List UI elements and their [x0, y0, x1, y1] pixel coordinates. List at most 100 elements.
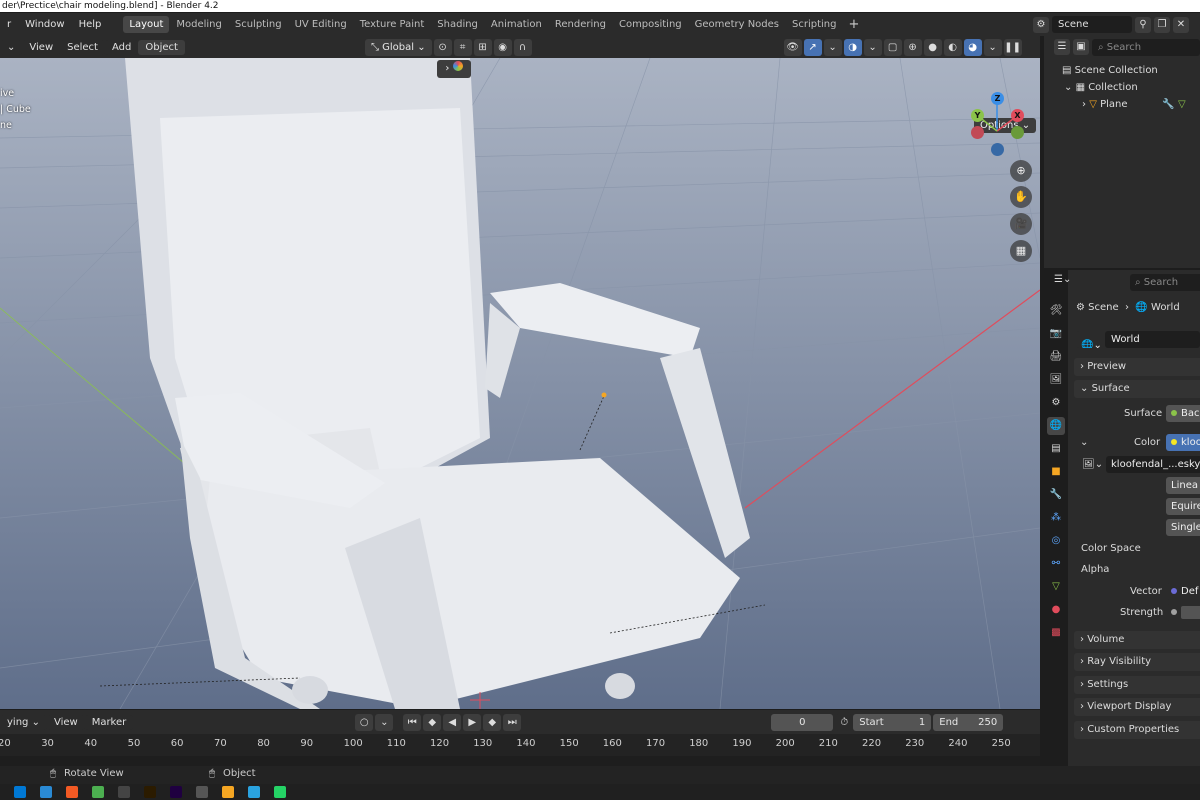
viewport-menu-view[interactable]: View — [22, 39, 61, 55]
tab-uv-editing[interactable]: UV Editing — [289, 16, 353, 33]
tab-scripting[interactable]: Scripting — [786, 16, 842, 33]
physics-tab-icon[interactable]: ◎ — [1047, 532, 1065, 550]
whatsapp-icon[interactable] — [274, 786, 286, 798]
play-icon[interactable]: ▶ — [463, 713, 482, 731]
outliner-scene-collection[interactable]: ▤ Scene Collection — [1044, 62, 1200, 79]
tab-animation[interactable]: Animation — [485, 16, 548, 33]
zoom-icon[interactable]: ⊕ — [1010, 160, 1032, 182]
surface-section[interactable]: ⌄ Surface — [1074, 380, 1200, 398]
scene-field[interactable]: Scene — [1052, 16, 1132, 33]
interpolation-dropdown[interactable]: Linea — [1166, 477, 1200, 494]
properties-search-input[interactable]: ⌕ Search — [1130, 274, 1200, 291]
current-frame-field[interactable]: 0 — [771, 713, 834, 731]
browser-icon[interactable] — [40, 786, 52, 798]
render-tab-icon[interactable]: 📷 — [1047, 325, 1065, 343]
material-shading-icon[interactable]: ◐ — [943, 38, 962, 56]
outliner-search-input[interactable]: ⌕ Search — [1092, 38, 1200, 56]
overlay-icon[interactable]: ◑ — [843, 38, 862, 56]
data-tab-icon[interactable]: ▽ — [1047, 578, 1065, 596]
blender-icon[interactable] — [222, 786, 234, 798]
gizmo-x-axis[interactable]: X — [1011, 109, 1024, 122]
tab-compositing[interactable]: Compositing — [613, 16, 688, 33]
view-layer-tab-icon[interactable]: 🖼 — [1047, 371, 1065, 389]
image-browse-icon[interactable]: 🖼⌄ — [1082, 459, 1103, 470]
orientation-dropdown[interactable]: ⤡ Global ⌄ — [364, 38, 432, 56]
perspective-grid-icon[interactable]: ▦ — [1010, 240, 1032, 262]
settings-section[interactable]: › Settings — [1074, 676, 1200, 694]
jump-start-icon[interactable]: ⏮ — [403, 713, 422, 731]
properties-editor-icon[interactable]: ☰⌄ — [1054, 274, 1071, 285]
color-collapse-icon[interactable]: ⌄ — [1080, 437, 1088, 448]
timeline-ruler[interactable]: 20 30 40 50 60 70 80 90 100 110 120 130 140 150 160 170… — [0, 734, 1040, 756]
overlay-chevron-icon[interactable]: ⌄ — [863, 38, 882, 56]
modifier-tab-icon[interactable]: 🔧 — [1047, 486, 1065, 504]
app-icon[interactable] — [196, 786, 208, 798]
3d-viewport[interactable]: ive | Cube ne › Options ⌄ Z X Y ⊕ ✋ 🎥 ▦ — [0, 58, 1040, 709]
timeline-menu-marker[interactable]: Marker — [84, 714, 134, 730]
viewport-display-section[interactable]: › Viewport Display — [1074, 698, 1200, 716]
strength-slider[interactable] — [1181, 605, 1200, 619]
tab-sculpting[interactable]: Sculpting — [229, 16, 288, 33]
shading-chevron-icon[interactable]: ⌄ — [983, 38, 1002, 56]
surface-shader-field[interactable]: Bac — [1166, 405, 1200, 422]
scene-icon[interactable]: ⚙ — [1033, 16, 1049, 33]
strength-input-field[interactable] — [1166, 604, 1200, 621]
tab-modeling[interactable]: Modeling — [170, 16, 228, 33]
delete-scene-icon[interactable]: ✕ — [1173, 16, 1189, 33]
menu-help[interactable]: Help — [72, 19, 109, 30]
jump-end-icon[interactable]: ⏭ — [503, 713, 522, 731]
prev-keyframe-icon[interactable]: ◆ — [423, 713, 442, 731]
source-dropdown[interactable]: Single — [1166, 519, 1200, 536]
stopwatch-icon[interactable]: ⏱ — [835, 713, 854, 731]
pivot-icon[interactable]: ⊙ — [433, 38, 452, 56]
outliner-plane[interactable]: › ▽ Plane 🔧 ▽ — [1044, 96, 1200, 113]
play-reverse-icon[interactable]: ◀ — [443, 713, 462, 731]
menu-window[interactable]: Window — [18, 19, 71, 30]
tab-layout[interactable]: Layout — [123, 16, 170, 33]
tab-geometry-nodes[interactable]: Geometry Nodes — [689, 16, 785, 33]
solid-shading-icon[interactable]: ● — [923, 38, 942, 56]
pin-icon[interactable]: ⚲ — [1135, 16, 1151, 33]
gizmo-chevron-icon[interactable]: ⌄ — [823, 38, 842, 56]
display-mode-icon[interactable]: ▣ — [1073, 39, 1089, 55]
material-tab-icon[interactable]: ● — [1047, 601, 1065, 619]
app-icon[interactable] — [118, 786, 130, 798]
gizmo-z-axis[interactable]: Z — [991, 92, 1004, 105]
world-name-field[interactable]: World — [1105, 331, 1200, 348]
brave-browser-icon[interactable] — [66, 786, 78, 798]
particles-tab-icon[interactable]: ⁂ — [1047, 509, 1065, 527]
gizmo-neg-x-axis[interactable] — [971, 126, 984, 139]
outliner-editor-icon[interactable]: ☰ — [1054, 39, 1070, 55]
ray-visibility-section[interactable]: › Ray Visibility — [1074, 653, 1200, 671]
gizmo-icon[interactable]: ↗ — [803, 38, 822, 56]
windows-start-icon[interactable] — [14, 786, 26, 798]
image-name-field[interactable]: kloofendal_...esky_ — [1106, 456, 1200, 473]
custom-properties-section[interactable]: › Custom Properties — [1074, 721, 1200, 739]
texture-tab-icon[interactable]: ▩ — [1047, 624, 1065, 642]
world-datablock-selector[interactable]: 🌐⌄ World — [1076, 331, 1200, 348]
new-scene-icon[interactable]: ❐ — [1154, 16, 1170, 33]
projection-dropdown[interactable]: Equire — [1166, 498, 1200, 515]
after-effects-icon[interactable] — [170, 786, 182, 798]
gizmo-neg-y-axis[interactable] — [1011, 126, 1024, 139]
constraints-tab-icon[interactable]: ⚯ — [1047, 555, 1065, 573]
rendered-shading-icon[interactable]: ◕ — [963, 38, 982, 56]
playback-dropdown[interactable]: ying ⌄ — [0, 714, 47, 730]
tab-shading[interactable]: Shading — [431, 16, 484, 33]
keying-icon[interactable]: ○ — [355, 713, 374, 731]
color-input-field[interactable]: kloo — [1166, 434, 1200, 451]
falloff-icon[interactable]: ∩ — [513, 38, 532, 56]
preview-section[interactable]: › Preview — [1074, 358, 1200, 376]
keying-chevron-icon[interactable]: ⌄ — [375, 713, 394, 731]
end-frame-field[interactable]: End 250 — [933, 713, 1004, 731]
vector-input-field[interactable]: Def — [1166, 583, 1200, 600]
camera-view-icon[interactable]: 🎥 — [1010, 213, 1032, 235]
timeline-track[interactable] — [0, 756, 1040, 766]
volume-section[interactable]: › Volume — [1074, 631, 1200, 649]
start-frame-field[interactable]: Start 1 — [853, 713, 932, 731]
snap-icon[interactable]: ⌗ — [453, 38, 472, 56]
editor-type-chevron-icon[interactable]: ⌄ — [0, 39, 23, 55]
telegram-icon[interactable] — [248, 786, 260, 798]
tool-tab-icon[interactable]: 🛠 — [1047, 302, 1065, 320]
outliner-collection[interactable]: ⌄ ▦ Collection — [1044, 79, 1200, 96]
